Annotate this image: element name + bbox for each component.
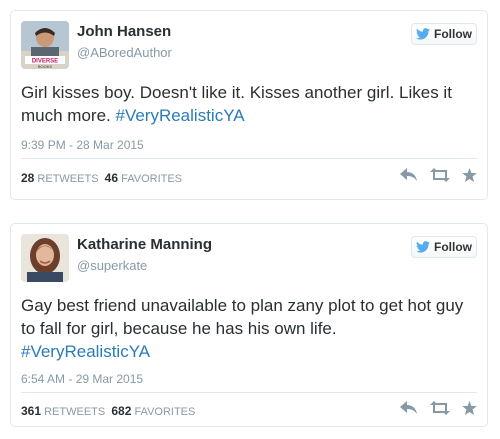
- author-handle[interactable]: @ABoredAuthor: [77, 45, 172, 60]
- avatar[interactable]: DIVERSE BOOKS: [21, 21, 69, 69]
- retweets-label: RETWEETS: [44, 406, 106, 418]
- hashtag-link[interactable]: #VeryRealisticYA: [115, 106, 244, 125]
- divider: [21, 158, 477, 159]
- twitter-bird-icon: [416, 28, 430, 40]
- tweet-body: Gay best friend unavailable to plan zany…: [21, 296, 464, 338]
- favorites-label: FAVORITES: [134, 406, 196, 418]
- hashtag-link[interactable]: #VeryRealisticYA: [21, 342, 150, 361]
- author-name[interactable]: John Hansen: [77, 23, 171, 40]
- tweet-actions: [400, 168, 477, 182]
- retweet-icon[interactable]: [430, 401, 450, 415]
- retweet-count[interactable]: 361: [21, 404, 41, 418]
- reply-icon[interactable]: [400, 401, 418, 415]
- author-name[interactable]: Katharine Manning: [77, 236, 212, 253]
- retweets-label: RETWEETS: [37, 173, 99, 185]
- favorite-icon[interactable]: [462, 401, 477, 415]
- tweet-card: Katharine Manning @superkate Follow Gay …: [10, 223, 488, 427]
- svg-text:BOOKS: BOOKS: [38, 64, 53, 69]
- tweet-card: DIVERSE BOOKS John Hansen @ABoredAuthor …: [10, 10, 488, 200]
- favorite-count[interactable]: 682: [111, 404, 131, 418]
- tweet-timestamp[interactable]: 9:39 PM - 28 Mar 2015: [21, 138, 144, 152]
- tweet-text: Gay best friend unavailable to plan zany…: [21, 294, 477, 363]
- follow-button[interactable]: Follow: [411, 236, 477, 258]
- reply-icon[interactable]: [400, 168, 418, 182]
- retweet-count[interactable]: 28: [21, 171, 34, 185]
- author-handle[interactable]: @superkate: [77, 258, 147, 273]
- tweet-timestamp[interactable]: 6:54 AM - 29 Mar 2015: [21, 372, 143, 386]
- avatar[interactable]: [21, 234, 69, 282]
- follow-button[interactable]: Follow: [411, 23, 477, 45]
- favorite-icon[interactable]: [462, 168, 477, 182]
- tweet-text: Girl kisses boy. Doesn't like it. Kisses…: [21, 81, 477, 127]
- follow-label: Follow: [434, 240, 472, 254]
- follow-label: Follow: [434, 27, 472, 41]
- retweet-icon[interactable]: [430, 168, 450, 182]
- twitter-bird-icon: [416, 241, 430, 253]
- tweet-stats: 28 RETWEETS 46 FAVORITES: [21, 171, 182, 185]
- tweet-actions: [400, 401, 477, 415]
- favorite-count[interactable]: 46: [105, 171, 118, 185]
- tweet-stats: 361 RETWEETS 682 FAVORITES: [21, 404, 195, 418]
- favorites-label: FAVORITES: [121, 173, 183, 185]
- divider: [21, 392, 477, 393]
